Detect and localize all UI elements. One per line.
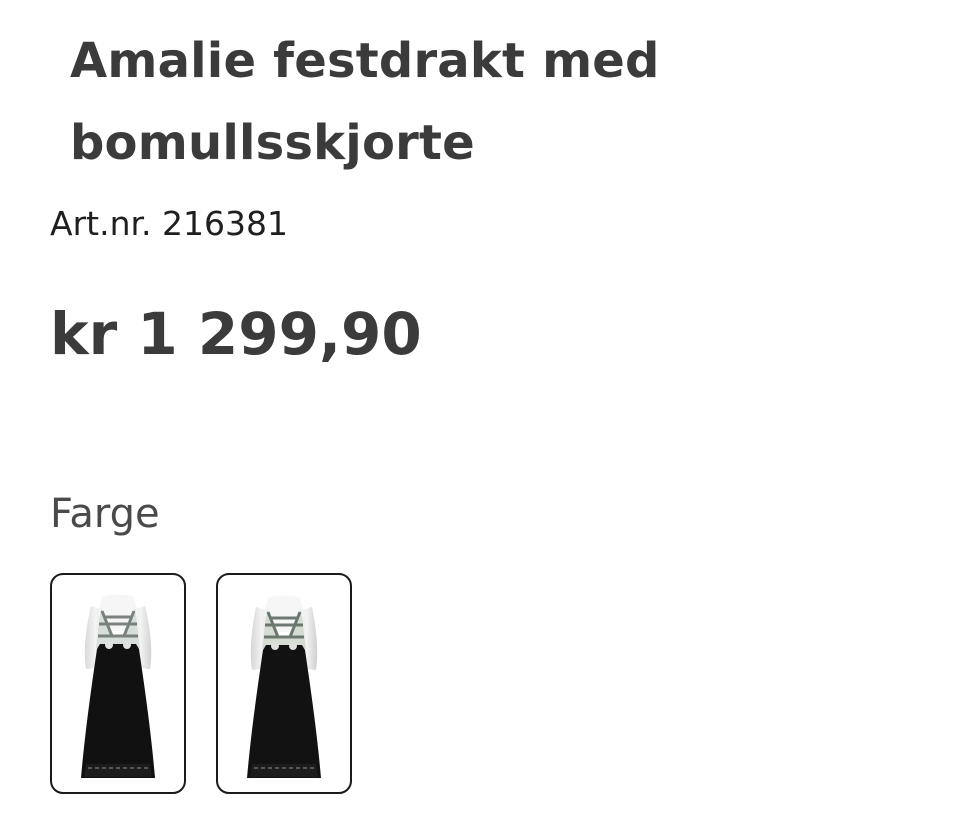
color-option-2[interactable] [216,573,352,794]
color-swatches [50,573,352,794]
dress-thumbnail-1 [81,594,155,778]
color-label: Farge [50,491,160,537]
product-title: Amalie festdrakt med bomullsskjorte [70,33,660,171]
dress-thumbnail-2 [247,595,321,778]
article-number: Art.nr. 216381 [50,204,288,243]
color-option-1[interactable] [50,573,186,794]
product-price: kr 1 299,90 [50,300,422,368]
